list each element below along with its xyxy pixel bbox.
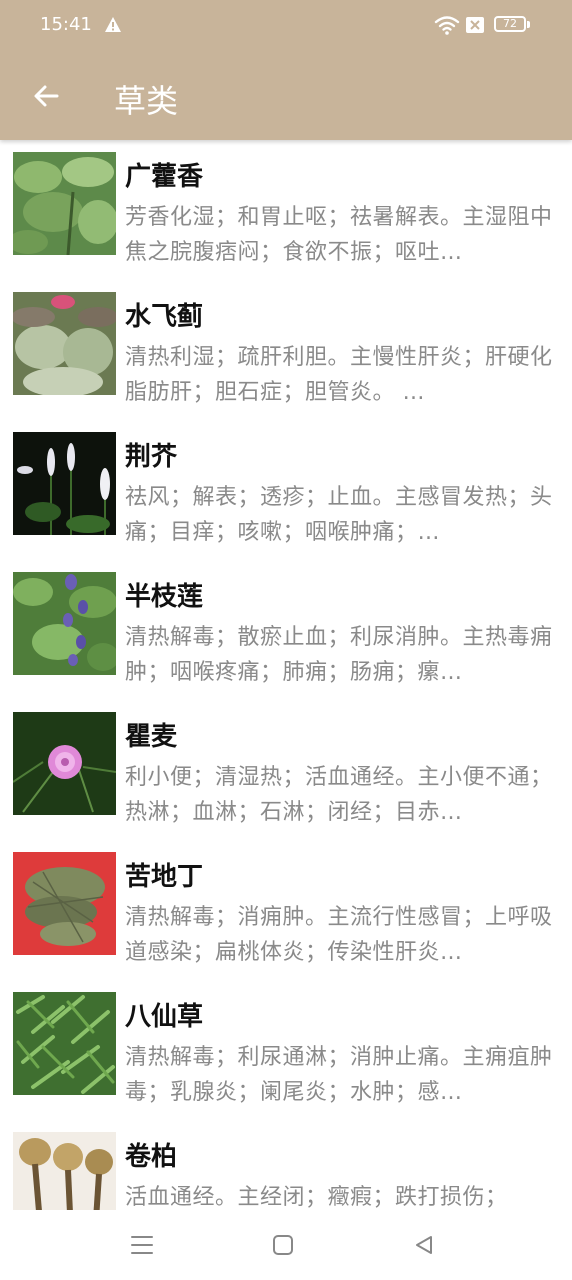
item-description: 清热利湿；疏肝利胆。主慢性肝炎；肝硬化脂肪肝；胆石症；胆管炎。 … <box>125 345 553 405</box>
list-item[interactable]: 八仙草 清热解毒；利尿通淋；消肿止痛。主痈疽肿毒；乳腺炎；阑尾炎；水肿；感… <box>0 980 572 1120</box>
page-title: 草类 <box>114 82 179 120</box>
item-title: 广藿香 <box>125 162 204 192</box>
herb-image <box>13 852 116 955</box>
item-title: 八仙草 <box>125 1002 204 1032</box>
herb-image <box>13 712 116 815</box>
item-description: 祛风；解表；透疹；止血。主感冒发热；头痛；目痒；咳嗽；咽喉肿痛；… <box>125 485 553 545</box>
herb-image <box>13 992 116 1095</box>
item-description: 清热解毒；消痈肿。主流行性感冒；上呼吸道感染；扁桃体炎；传染性肝炎… <box>125 905 553 965</box>
herb-list[interactable]: 广藿香 芳香化湿；和胃止呕；祛暑解表。主湿阻中焦之脘腹痞闷；食欲不振；呕吐… 水… <box>0 140 572 1210</box>
list-item[interactable]: 苦地丁 清热解毒；消痈肿。主流行性感冒；上呼吸道感染；扁桃体炎；传染性肝炎… <box>0 840 572 980</box>
item-title: 苦地丁 <box>125 862 204 892</box>
wifi-icon <box>434 16 460 35</box>
item-description: 清热解毒；利尿通淋；消肿止痛。主痈疽肿毒；乳腺炎；阑尾炎；水肿；感… <box>125 1045 553 1105</box>
back-triangle-icon <box>416 1236 432 1254</box>
list-item[interactable]: 荆芥 祛风；解表；透疹；止血。主感冒发热；头痛；目痒；咳嗽；咽喉肿痛；… <box>0 420 572 560</box>
item-title: 水飞蓟 <box>125 302 204 332</box>
system-nav-bar <box>0 1210 572 1280</box>
herb-image <box>13 152 116 255</box>
battery-icon: 72 <box>494 16 526 32</box>
list-item[interactable]: 瞿麦 利小便；清湿热；活血通经。主小便不通；热淋；血淋；石淋；闭经；目赤… <box>0 700 572 840</box>
back-nav-button[interactable] <box>409 1230 439 1260</box>
item-description: 芳香化湿；和胃止呕；祛暑解表。主湿阻中焦之脘腹痞闷；食欲不振；呕吐… <box>125 205 553 265</box>
item-description: 利小便；清湿热；活血通经。主小便不通；热淋；血淋；石淋；闭经；目赤… <box>125 765 553 825</box>
item-title: 半枝莲 <box>125 582 204 612</box>
battery-tip <box>527 21 530 28</box>
list-item[interactable]: 广藿香 芳香化湿；和胃止呕；祛暑解表。主湿阻中焦之脘腹痞闷；食欲不振；呕吐… <box>0 140 572 280</box>
status-bar: 15:41 72 <box>0 0 572 52</box>
back-button[interactable] <box>24 74 68 118</box>
battery-level: 72 <box>503 17 517 30</box>
warning-icon <box>105 17 121 32</box>
header: 15:41 72 草类 <box>0 0 572 140</box>
item-description: 清热解毒；散瘀止血；利尿消肿。主热毒痈肿；咽喉疼痛；肺痈；肠痈；瘰… <box>125 625 553 685</box>
home-button[interactable] <box>268 1230 298 1260</box>
herb-image <box>13 292 116 395</box>
status-time: 15:41 <box>40 14 92 35</box>
item-title: 荆芥 <box>125 442 178 472</box>
home-square-icon <box>273 1235 293 1255</box>
menu-button[interactable] <box>127 1230 157 1260</box>
item-title: 卷柏 <box>125 1142 178 1172</box>
list-item[interactable]: 卷柏 活血通经。主经闭；癥瘕；跌打损伤； <box>0 1120 572 1210</box>
menu-icon <box>131 1236 153 1254</box>
arrow-left-icon <box>34 85 59 107</box>
herb-image <box>13 1132 116 1210</box>
list-item[interactable]: 半枝莲 清热解毒；散瘀止血；利尿消肿。主热毒痈肿；咽喉疼痛；肺痈；肠痈；瘰… <box>0 560 572 700</box>
item-title: 瞿麦 <box>125 722 178 752</box>
list-item[interactable]: 水飞蓟 清热利湿；疏肝利胆。主慢性肝炎；肝硬化脂肪肝；胆石症；胆管炎。 … <box>0 280 572 420</box>
item-description: 活血通经。主经闭；癥瘕；跌打损伤； <box>125 1185 508 1210</box>
sim-icon <box>466 17 484 33</box>
herb-image <box>13 432 116 535</box>
herb-image <box>13 572 116 675</box>
app-bar: 草类 <box>0 52 572 140</box>
